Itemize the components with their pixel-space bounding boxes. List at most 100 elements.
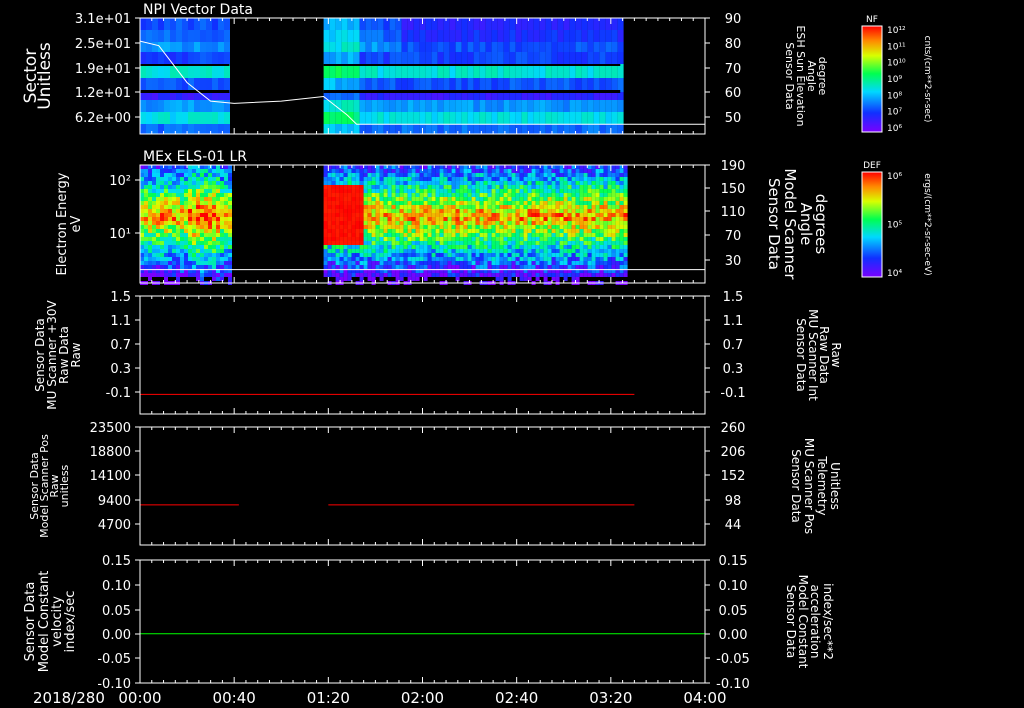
els-cell	[531, 201, 536, 205]
els-cell	[523, 181, 528, 185]
npi-cell	[485, 78, 492, 92]
els-cell	[156, 273, 160, 277]
npi-cell	[323, 42, 330, 52]
els-cell	[355, 189, 360, 193]
els-cell	[383, 261, 388, 265]
els-cell	[555, 165, 560, 169]
els-cell	[176, 265, 180, 269]
y-tick-label: 1.5	[110, 290, 131, 305]
els-cell	[419, 173, 424, 177]
els-cell	[479, 257, 484, 261]
npi-cell	[461, 42, 468, 52]
els-cell	[427, 165, 432, 169]
npi-cell	[509, 42, 516, 52]
els-cell	[156, 201, 160, 205]
els-cell	[371, 197, 376, 201]
els-cell	[475, 201, 480, 205]
els-cell	[587, 205, 592, 209]
npi-cell	[200, 78, 206, 92]
els-cell	[216, 233, 220, 237]
npi-cell	[146, 52, 152, 64]
els-cell	[387, 253, 392, 257]
npi-cell	[563, 30, 570, 42]
npi-cell	[389, 18, 396, 30]
npi-cell	[383, 30, 390, 42]
els-cell	[495, 273, 500, 277]
els-cell	[407, 257, 412, 261]
els-cell	[439, 261, 444, 265]
npi-cell	[206, 30, 212, 42]
els-cell	[535, 173, 540, 177]
els-cell	[220, 193, 224, 197]
els-cell	[483, 197, 488, 201]
els-cell	[471, 233, 476, 237]
els-cell	[144, 177, 148, 181]
els-cell	[483, 221, 488, 225]
els-cell	[563, 185, 568, 189]
els-cell	[208, 165, 212, 169]
y-axis-label: Unitless	[35, 42, 55, 110]
els-cell	[587, 201, 592, 205]
els-cell	[551, 169, 556, 173]
npi-cell	[329, 112, 336, 124]
els-cell	[487, 189, 492, 193]
els-cell	[407, 213, 412, 217]
els-cell	[555, 177, 560, 181]
els-cell	[220, 197, 224, 201]
npi-cell	[365, 64, 372, 78]
els-cell	[216, 185, 220, 189]
els-cell	[531, 261, 536, 265]
npi-cell	[419, 52, 426, 64]
els-cell	[579, 213, 584, 217]
els-cell	[140, 165, 144, 169]
els-cell	[571, 201, 576, 205]
npi-cell	[395, 64, 402, 78]
els-cell	[515, 209, 520, 213]
els-cell	[184, 205, 188, 209]
els-cell	[387, 229, 392, 233]
npi-cell	[593, 30, 600, 42]
npi-cell	[206, 78, 212, 92]
els-cell	[379, 229, 384, 233]
els-cell	[515, 205, 520, 209]
npi-cell	[587, 78, 594, 92]
els-cell	[419, 261, 424, 265]
els-cell	[391, 217, 396, 221]
y2-tick-label: 60	[725, 86, 742, 101]
els-cell	[359, 237, 364, 241]
els-cell	[387, 169, 392, 173]
els-cell	[419, 221, 424, 225]
els-cell	[423, 261, 428, 265]
els-cell	[188, 273, 192, 277]
els-cell	[543, 185, 548, 189]
els-cell	[587, 237, 592, 241]
els-cell	[543, 209, 548, 213]
npi-cell	[152, 52, 158, 64]
els-cell	[208, 213, 212, 217]
npi-cell	[323, 52, 330, 64]
els-cell	[471, 201, 476, 205]
els-cell	[355, 245, 360, 249]
els-cell	[168, 241, 172, 245]
els-cell	[579, 253, 584, 257]
els-cell	[160, 177, 164, 181]
npi-cell	[401, 100, 408, 112]
els-cell	[455, 177, 460, 181]
els-cell	[228, 277, 232, 281]
els-cell	[359, 249, 364, 253]
colorbar-tick-label: 10¹⁰	[887, 59, 906, 69]
els-cell	[571, 169, 576, 173]
npi-cell	[503, 100, 510, 112]
els-cell	[535, 217, 540, 221]
npi-cell	[194, 52, 200, 64]
els-cell	[224, 261, 228, 265]
els-cell	[411, 165, 416, 169]
els-cell	[547, 197, 552, 201]
els-cell	[483, 241, 488, 245]
els-cell	[351, 241, 356, 245]
els-cell	[204, 273, 208, 277]
y2-tick-label: 70	[725, 62, 742, 77]
els-cell	[355, 221, 360, 225]
els-cell	[543, 201, 548, 205]
els-cell	[188, 181, 192, 185]
